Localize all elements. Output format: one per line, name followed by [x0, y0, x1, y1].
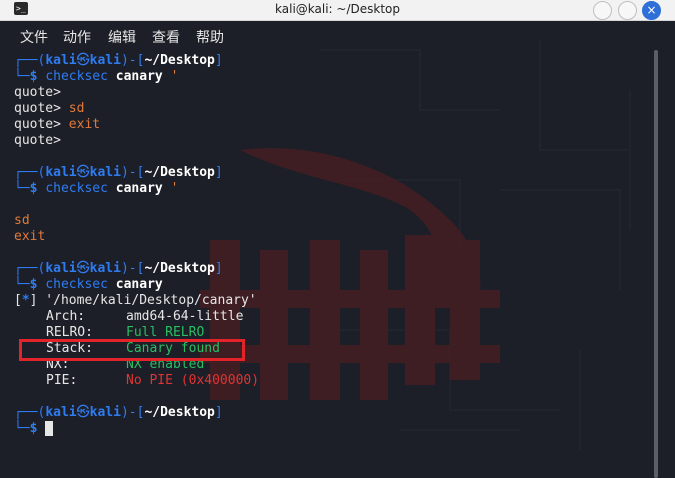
quote-line: quote> exit	[14, 117, 101, 132]
menu-file[interactable]: 文件	[20, 27, 48, 47]
checksec-row-pie: PIE: No PIE (0x400000)	[46, 373, 260, 388]
prompt-line-3: ┌──(kali㉿kali)-[~/Desktop]	[14, 261, 223, 276]
prompt-line-1: ┌──(kali㉿kali)-[~/Desktop]	[14, 53, 223, 68]
vertical-scrollbar[interactable]	[654, 50, 658, 478]
quote-line: quote>	[14, 133, 61, 148]
menu-edit[interactable]: 编辑	[108, 27, 136, 47]
title-bar[interactable]: >_ kali@kali: ~/Desktop ×	[0, 0, 675, 21]
quote-line: quote>	[14, 85, 61, 100]
maximize-button[interactable]	[618, 1, 637, 20]
stack-highlight-box	[19, 339, 245, 361]
terminal-window: >_ kali@kali: ~/Desktop × 文件 动作 编辑 查看 帮助	[0, 0, 675, 478]
command-line-1: └─$ checksec canary '	[14, 69, 179, 84]
command-line-2: └─$ checksec canary '	[14, 181, 179, 196]
prompt-line-2: ┌──(kali㉿kali)-[~/Desktop]	[14, 165, 223, 180]
close-button[interactable]: ×	[642, 1, 661, 20]
output-line: sd	[14, 213, 30, 228]
command-line-4[interactable]: └─$	[14, 421, 54, 437]
menu-action[interactable]: 动作	[63, 27, 91, 47]
text-cursor	[45, 421, 54, 436]
quote-line: quote> sd	[14, 101, 85, 116]
minimize-button[interactable]	[593, 1, 612, 20]
prompt-line-4: ┌──(kali㉿kali)-[~/Desktop]	[14, 405, 223, 420]
window-title: kali@kali: ~/Desktop	[275, 2, 400, 16]
menu-help[interactable]: 帮助	[196, 27, 224, 47]
background-circuit-pattern	[320, 40, 631, 450]
menu-bar: 文件 动作 编辑 查看 帮助	[0, 21, 675, 48]
menu-view[interactable]: 查看	[152, 27, 180, 47]
checksec-row-arch: Arch: amd64-64-little	[46, 309, 244, 324]
checksec-header: [*] '/home/kali/Desktop/canary'	[14, 293, 257, 308]
command-line-3: └─$ checksec canary	[14, 277, 163, 292]
output-line: exit	[14, 229, 46, 244]
